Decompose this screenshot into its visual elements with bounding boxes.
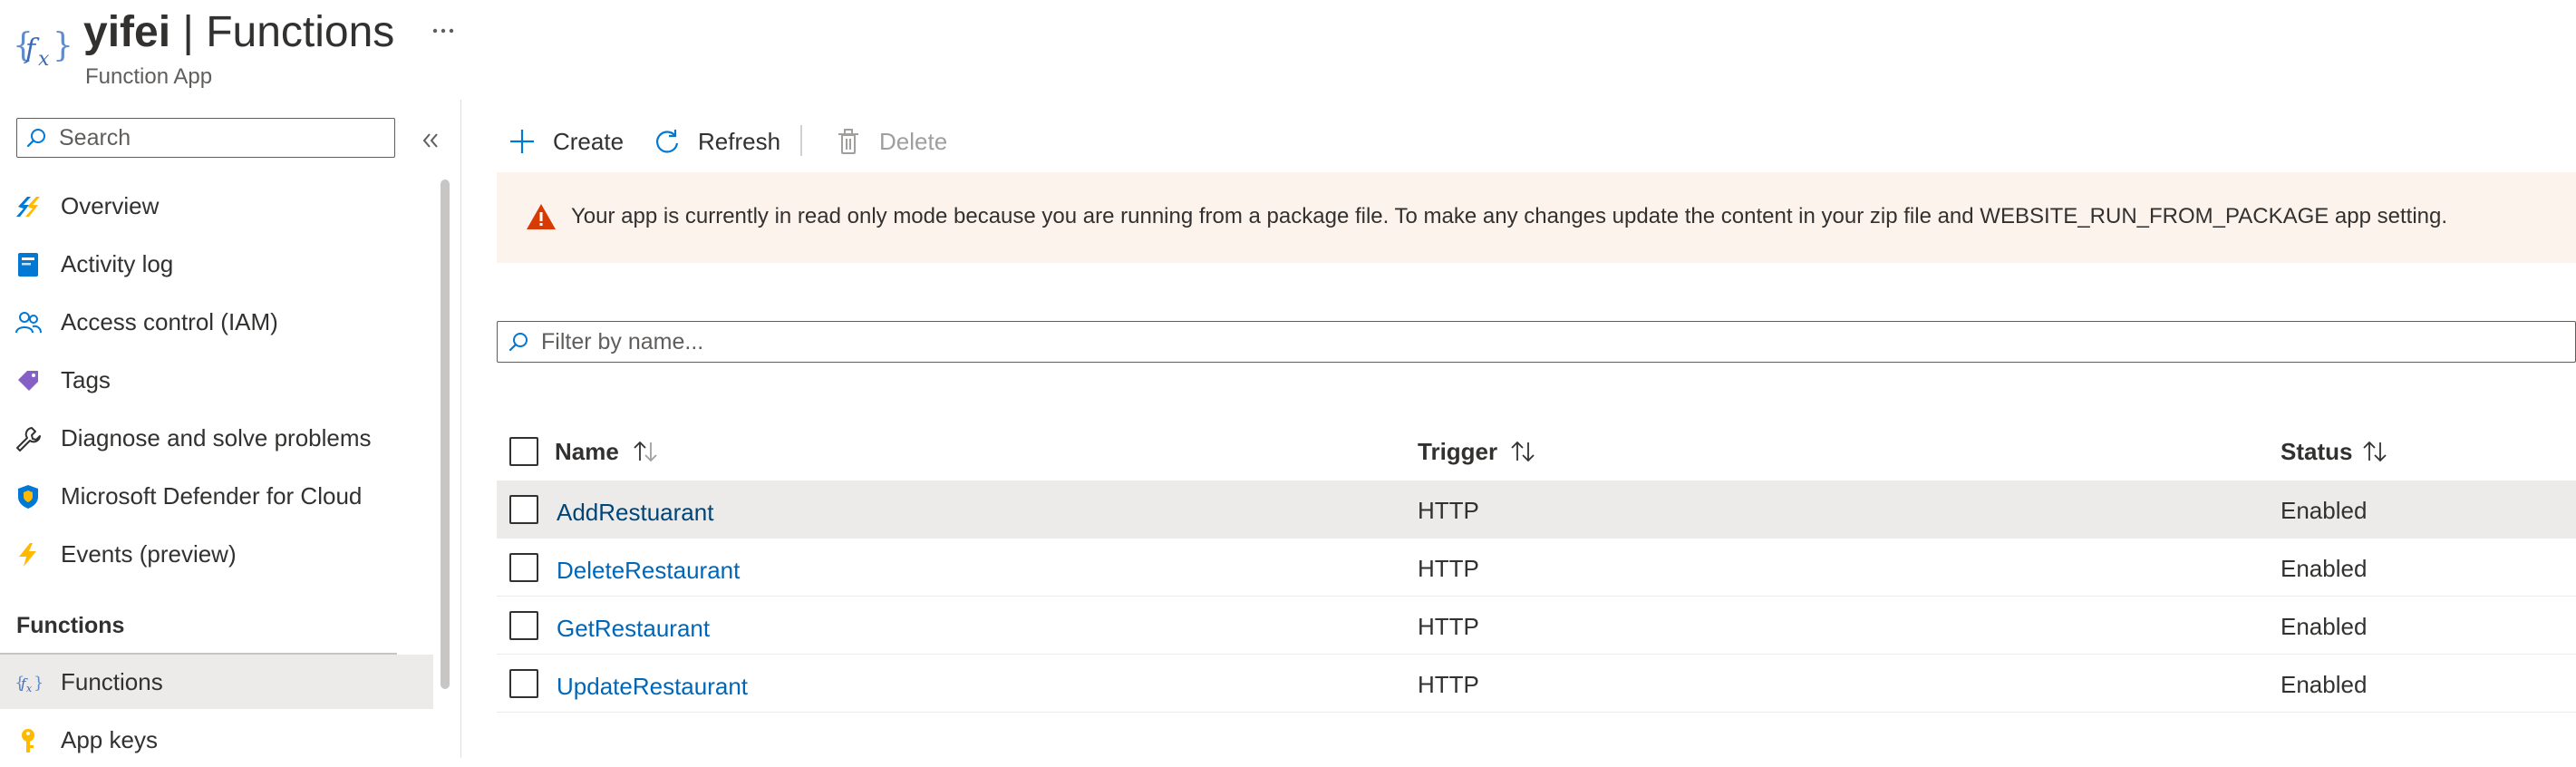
svg-text:x: x (26, 683, 33, 694)
trigger-cell: HTTP (1418, 613, 1479, 640)
delete-button[interactable]: Delete (823, 120, 959, 161)
tag-icon (18, 371, 38, 391)
function-name-link[interactable]: GetRestaurant (557, 614, 710, 643)
sidebar-item-label: Functions (61, 668, 163, 695)
table-row[interactable]: DeleteRestaurant HTTP Enabled (497, 539, 2576, 597)
refresh-icon (656, 130, 679, 153)
activity-log-icon (18, 253, 38, 277)
sidebar-item-app-keys[interactable]: App keys (0, 713, 433, 767)
filter-box[interactable] (497, 321, 2576, 363)
sidebar-item-diagnose[interactable]: Diagnose and solve problems (0, 411, 433, 465)
table-header: Name Trigger Status (497, 419, 2576, 481)
trigger-cell: HTTP (1418, 671, 1479, 698)
sidebar-section-functions: Functions (16, 613, 125, 638)
sidebar: Overview Activity log Access control (IA… (0, 100, 461, 758)
page-header: { f x } yifei | Functions Function App (0, 0, 2576, 100)
table-row[interactable]: GetRestaurant HTTP Enabled (497, 597, 2576, 655)
sidebar-item-label: Events (preview) (61, 540, 237, 568)
function-icon: { f x } (15, 674, 42, 694)
sort-icon[interactable] (2358, 439, 2391, 464)
main-content: Create Refresh Delete Your app is curren… (497, 100, 2576, 758)
sort-icon[interactable] (1506, 439, 1539, 464)
trigger-cell: HTTP (1418, 497, 1479, 524)
sidebar-item-tags[interactable]: Tags (0, 353, 433, 407)
resource-type: Function App (85, 64, 213, 89)
sidebar-item-defender[interactable]: Microsoft Defender for Cloud (0, 469, 433, 523)
sidebar-search-input[interactable] (59, 122, 385, 153)
status-cell: Enabled (2281, 613, 2368, 640)
wrench-icon (16, 427, 41, 451)
overview-bolt-icon (16, 197, 40, 217)
select-all-checkbox[interactable] (509, 437, 538, 466)
create-button[interactable]: Create (497, 120, 633, 161)
status-cell: Enabled (2281, 671, 2368, 698)
plus-icon (510, 130, 534, 153)
create-button-label: Create (553, 128, 625, 155)
resource-name: yifei (83, 8, 171, 56)
table-row[interactable]: AddRestuarant HTTP Enabled (497, 481, 2576, 539)
column-header-status[interactable]: Status (2281, 437, 2352, 466)
sidebar-item-label: Diagnose and solve problems (61, 424, 372, 451)
sidebar-item-overview[interactable]: Overview (0, 179, 433, 233)
sidebar-item-events[interactable]: Events (preview) (0, 527, 433, 581)
command-bar: Create Refresh Delete (497, 120, 1584, 161)
sidebar-item-label: Tags (61, 366, 111, 393)
svg-text:}: } (53, 27, 71, 64)
shield-icon (18, 485, 38, 509)
sidebar-scrollbar[interactable] (441, 180, 450, 689)
status-cell: Enabled (2281, 555, 2368, 582)
trash-icon (838, 129, 858, 154)
row-checkbox[interactable] (509, 669, 538, 698)
lightning-icon (19, 543, 36, 567)
trigger-cell: HTTP (1418, 555, 1479, 582)
warning-icon (527, 204, 556, 229)
function-name-link[interactable]: DeleteRestaurant (557, 556, 740, 585)
sidebar-search[interactable] (16, 118, 395, 158)
svg-text:x: x (38, 48, 50, 71)
column-header-trigger[interactable]: Trigger (1418, 437, 1497, 466)
sidebar-item-activity-log[interactable]: Activity log (0, 237, 433, 291)
sidebar-item-label: App keys (61, 726, 158, 753)
sidebar-divider (460, 100, 461, 758)
key-icon (22, 729, 34, 752)
function-app-icon: { f x } (13, 20, 71, 71)
sidebar-item-label: Overview (61, 192, 160, 219)
more-horizontal-icon (432, 28, 454, 34)
collapse-sidebar-button[interactable] (417, 127, 444, 154)
function-name-link[interactable]: AddRestuarant (557, 498, 713, 527)
refresh-button-label: Refresh (698, 128, 781, 155)
refresh-button[interactable]: Refresh (642, 120, 787, 161)
more-options-button[interactable] (428, 13, 460, 45)
row-checkbox[interactable] (509, 553, 538, 582)
column-header-name[interactable]: Name (555, 437, 619, 466)
table-row[interactable]: UpdateRestaurant HTTP Enabled (497, 655, 2576, 713)
filter-input[interactable] (541, 326, 2535, 357)
warning-banner: Your app is currently in read only mode … (497, 172, 2576, 263)
sidebar-item-label: Microsoft Defender for Cloud (61, 482, 363, 510)
people-icon (15, 312, 42, 334)
row-checkbox[interactable] (509, 611, 538, 640)
row-checkbox[interactable] (509, 495, 538, 524)
sort-icon[interactable] (629, 439, 662, 464)
search-icon (26, 129, 45, 148)
toolbar-separator (800, 125, 802, 156)
function-name-link[interactable]: UpdateRestaurant (557, 672, 748, 701)
sidebar-item-label: Activity log (61, 250, 174, 277)
search-icon (508, 333, 528, 352)
warning-banner-text: Your app is currently in read only mode … (571, 204, 2448, 228)
status-cell: Enabled (2281, 497, 2368, 524)
sidebar-item-functions[interactable]: { f x } Functions (0, 655, 433, 709)
svg-text:}: } (34, 674, 42, 693)
double-chevron-left-icon (422, 133, 438, 148)
page-title-suffix: | Functions (182, 8, 395, 56)
page-title: yifei | Functions (83, 5, 394, 60)
sidebar-item-label: Access control (IAM) (61, 308, 278, 335)
sidebar-item-access-control[interactable]: Access control (IAM) (0, 295, 433, 349)
delete-button-label: Delete (879, 128, 948, 155)
